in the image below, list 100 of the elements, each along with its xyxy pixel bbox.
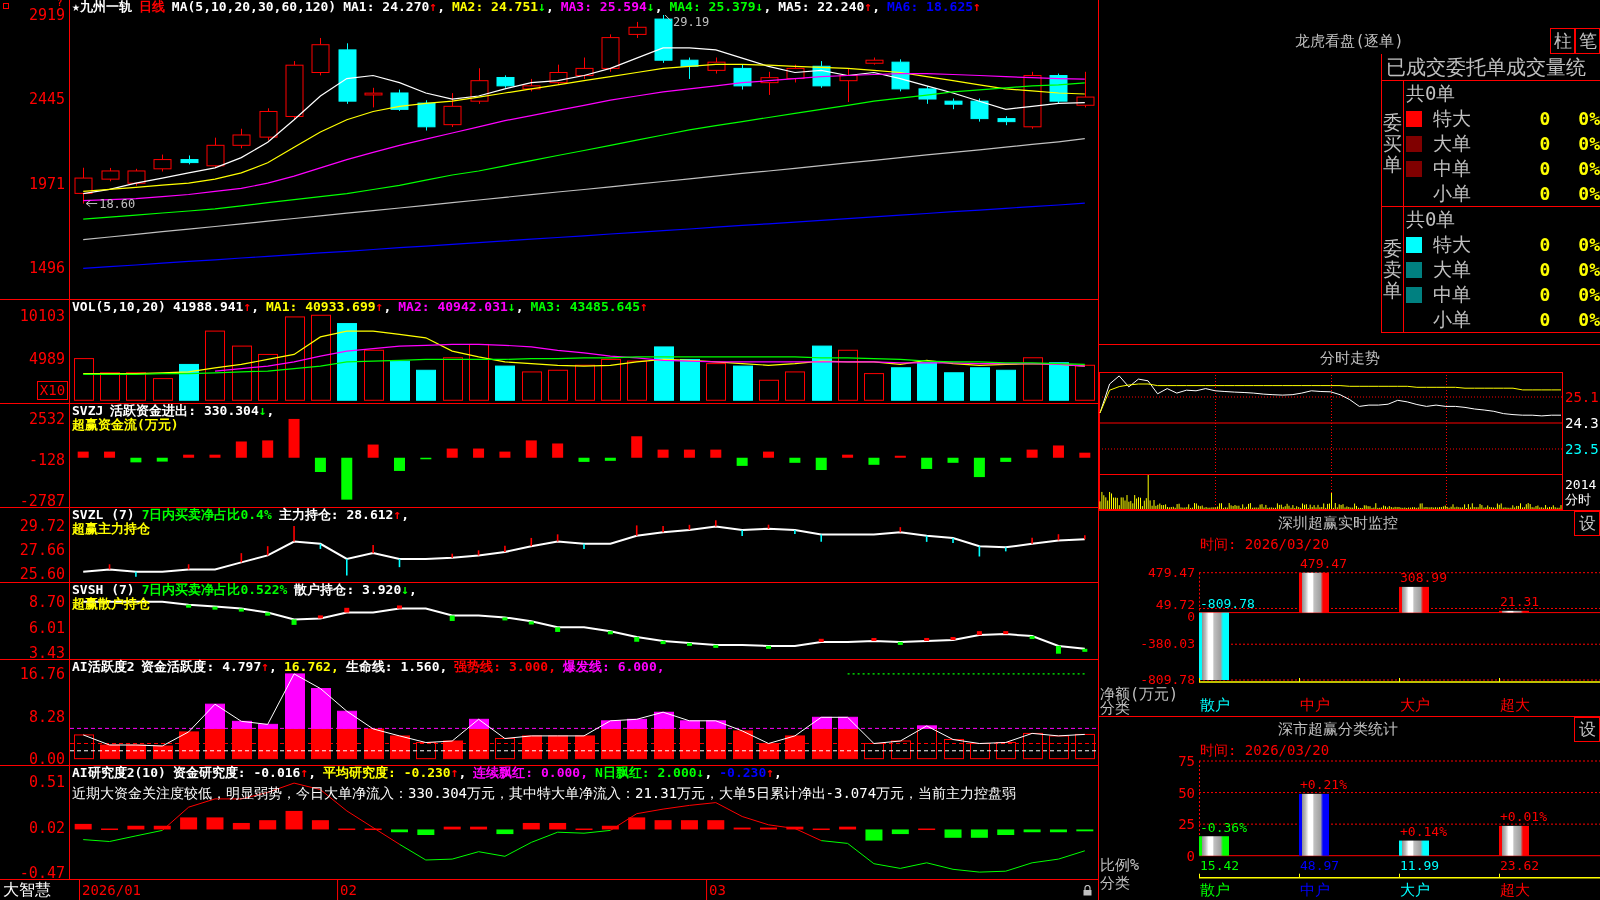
legend-text: MA4: 25.379 — [669, 0, 756, 14]
order-percent: 0% — [1578, 183, 1600, 204]
change-tick — [319, 543, 322, 550]
category-label: 超大 — [1500, 697, 1530, 713]
change-tick — [240, 552, 243, 564]
trend-arrow: ↓ — [696, 766, 705, 780]
trend-arrow: ↑ — [300, 766, 309, 780]
lock-icon[interactable] — [1083, 885, 1092, 896]
legend-text: MA(5,10,20,30,60,120) — [171, 0, 337, 14]
group-label: 委买单 — [1383, 112, 1402, 175]
axis-label: 8.70 — [28, 595, 65, 608]
legend-separator: , — [458, 766, 467, 780]
order-total: 共0单 — [1406, 83, 1456, 104]
category-label: 散户 — [1200, 883, 1230, 899]
legend-text: 连续飘红: 0.000, — [473, 766, 588, 780]
change-tick — [1004, 546, 1007, 553]
help-mark[interactable]: ? — [57, 0, 63, 7]
category-label: 大户 — [1400, 883, 1430, 899]
change-tick — [820, 533, 823, 543]
category-label: 中户 — [1300, 697, 1330, 713]
candle — [417, 99, 436, 132]
axis-label: 0.00 — [28, 752, 65, 765]
settings-button[interactable]: 设 — [1574, 717, 1600, 742]
legend-separator: , — [383, 300, 392, 314]
change-tick — [187, 563, 190, 571]
change-tick — [794, 529, 796, 535]
legend-text: 超赢主力持仓 — [72, 522, 150, 536]
mode-button[interactable]: 柱 — [1550, 28, 1575, 54]
change-marker — [1055, 645, 1061, 654]
legend-text: MA6: 18.625 — [886, 0, 974, 14]
legend-text: MA1: 24.270 — [343, 0, 430, 14]
legend-separator: , — [269, 660, 277, 674]
trend-arrow: ↑ — [243, 300, 252, 314]
order-size-label: 中单 — [1433, 284, 1471, 305]
order-percent: 0% — [1578, 158, 1600, 179]
table-title: 已成交委托单成交量统 — [1386, 56, 1586, 78]
value-label: 48.97 — [1300, 858, 1340, 872]
legend-text: ★九州一轨 — [72, 0, 132, 14]
panel-title: 深市超赢分类统计 — [1277, 721, 1398, 738]
change-tick — [372, 544, 374, 554]
time-label: 时间: 2026/03/20 — [1200, 742, 1330, 758]
candle — [970, 98, 989, 123]
legend-text: 41988.941 — [172, 300, 244, 314]
change-marker — [265, 612, 271, 616]
legend-separator: , — [545, 0, 554, 14]
change-tick — [1031, 536, 1033, 545]
axis-label: 2445 — [28, 93, 65, 106]
axis-label: 6.01 — [28, 622, 65, 635]
trend-arrow: ↑ — [450, 766, 459, 780]
legend-separator: , — [872, 0, 880, 14]
value-label: 23.62 — [1500, 858, 1540, 872]
change-marker — [950, 637, 956, 640]
brand-name: 大智慧 — [3, 881, 51, 899]
change-marker — [555, 627, 561, 632]
axis-label: 16.76 — [19, 668, 65, 681]
time-axis-label: 03 — [706, 880, 726, 900]
settings-button[interactable]: 设 — [1574, 511, 1600, 536]
order-count: 0 — [1539, 234, 1551, 255]
time-axis-label: 02 — [337, 880, 357, 900]
change-marker — [634, 637, 640, 642]
trend-arrow: ↓ — [646, 0, 655, 14]
order-count: 0 — [1539, 133, 1551, 154]
legend-text: 7日内买卖净占比0.522% — [141, 583, 288, 597]
candle — [944, 98, 963, 110]
order-size-label: 大单 — [1433, 133, 1471, 154]
axis-label: 479.47 — [1148, 566, 1195, 579]
candle — [311, 37, 330, 76]
axis-label: 27.66 — [19, 544, 65, 557]
order-count: 0 — [1539, 158, 1551, 179]
mode-button[interactable]: 笔 — [1575, 28, 1600, 54]
legend-text: 主力持仓: 28.612 — [278, 508, 394, 522]
axis-label: -128 — [28, 453, 65, 466]
change-label: -0.36% — [1200, 820, 1247, 834]
candle — [522, 78, 541, 92]
candle — [575, 57, 594, 80]
axis-label: 25.60 — [19, 568, 65, 580]
legend-text: MA1: 40933.699 — [266, 300, 376, 314]
legend-text: MA5: 22.240 — [778, 0, 865, 14]
change-tick — [108, 563, 111, 571]
legend-text: 爆发线: 6.000, — [563, 660, 665, 674]
axis-label: 29.72 — [19, 520, 65, 533]
candle — [760, 71, 779, 96]
change-marker — [291, 619, 297, 625]
trend-arrow: ↑ — [640, 300, 648, 314]
legend-text: 散户持仓: 3.920 — [294, 583, 402, 597]
axis-label: 25.1 — [1565, 389, 1599, 405]
change-tick — [688, 524, 691, 531]
value-label: -809.78 — [1200, 597, 1255, 611]
change-marker — [976, 631, 982, 636]
category-label: 散户 — [1200, 697, 1230, 713]
axis-label: 23.5 — [1565, 441, 1599, 457]
panel-title: 分时走势 — [1319, 350, 1380, 367]
candle — [891, 58, 910, 92]
legend-separator: , — [437, 0, 445, 14]
panel-title: 深圳超赢实时监控 — [1277, 515, 1398, 532]
legend-text: 日线 — [138, 0, 165, 14]
change-tick — [266, 545, 269, 557]
order-percent: 0% — [1578, 284, 1600, 305]
axis-label: -380.03 — [1140, 638, 1195, 651]
change-marker — [397, 605, 402, 609]
